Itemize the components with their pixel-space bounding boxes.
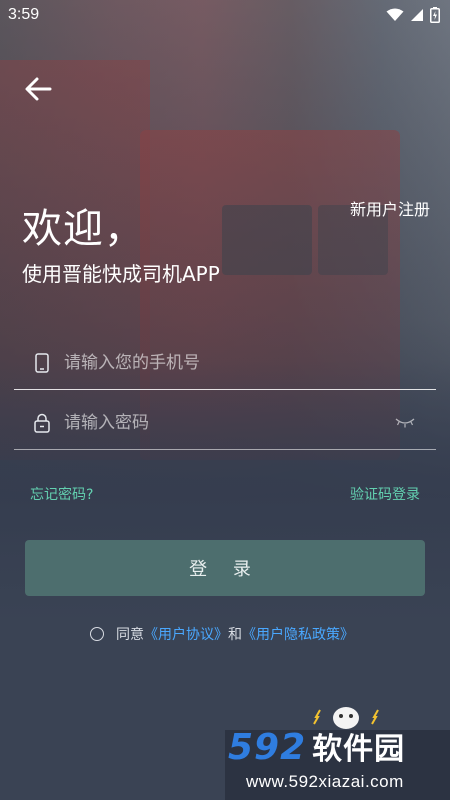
user-agreement-link[interactable]: 《用户协议》 [144,624,228,644]
watermark-logo-text: 软件园 [312,732,406,767]
wifi-icon [386,8,404,21]
welcome-title: 欢迎， [22,206,145,252]
watermark-logo: 592 软件园 [228,724,405,768]
agreement-row: 同意 《用户协议》 和 《用户隐私政策》 [90,624,354,644]
password-field[interactable] [14,396,436,450]
sms-login-link[interactable]: 验证码登录 [350,484,420,504]
phone-icon [30,351,54,375]
battery-icon [430,7,440,23]
eye-closed-icon[interactable] [394,414,416,430]
agreement-radio[interactable] [90,627,104,641]
password-input[interactable] [64,402,384,443]
agreement-and: 和 [228,627,242,643]
watermark-url: www.592xiazai.com [246,772,404,791]
lock-icon [30,411,54,435]
welcome-subtitle: 使用晋能快成司机APP [22,262,220,286]
phone-field[interactable] [14,336,436,390]
privacy-policy-link[interactable]: 《用户隐私政策》 [242,624,354,644]
back-arrow-icon[interactable] [22,72,56,106]
status-time: 3:59 [8,6,40,23]
status-bar: 3:59 [0,0,450,30]
phone-input[interactable] [64,342,384,383]
signal-icon [411,9,423,21]
register-link[interactable]: 新用户注册 [350,196,430,220]
watermark-logo-number: 592 [228,727,307,768]
forgot-password-link[interactable]: 忘记密码? [30,484,93,504]
agreement-prefix: 同意 [116,627,144,643]
login-button[interactable]: 登 录 [25,540,425,596]
status-icons [386,7,440,23]
